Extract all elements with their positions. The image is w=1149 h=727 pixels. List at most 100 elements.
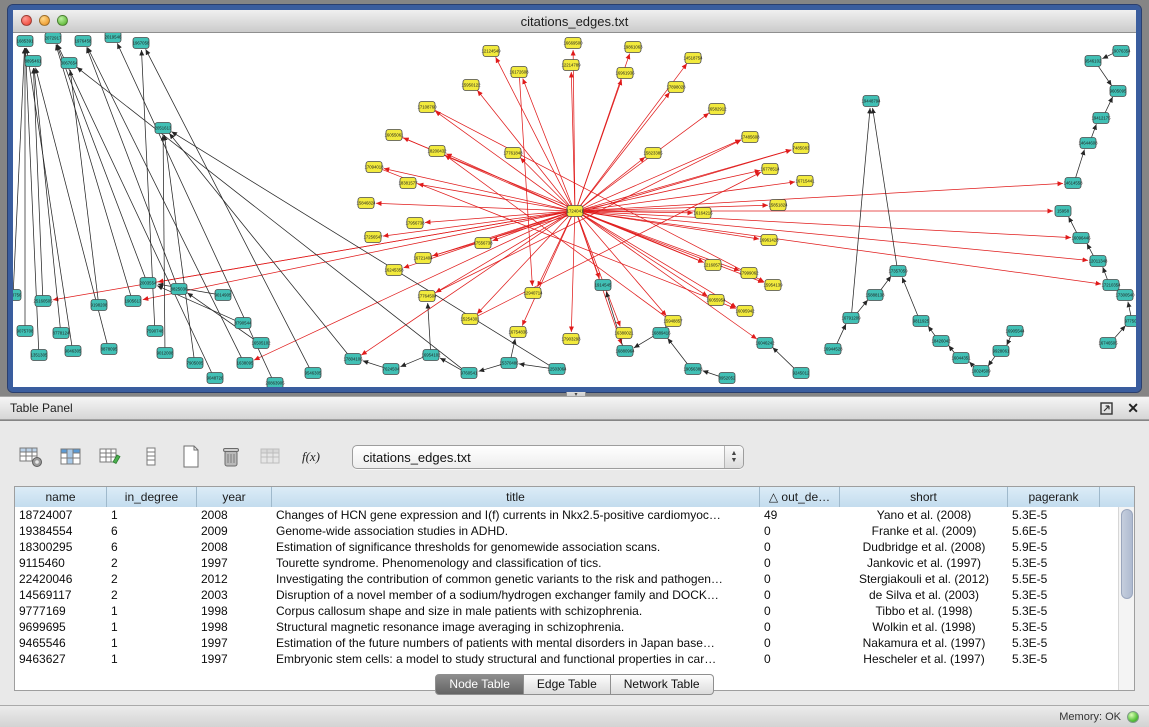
graph-node[interactable]: 10024509 bbox=[971, 366, 991, 377]
graph-node[interactable]: 12940714 bbox=[523, 288, 543, 299]
column-header-title[interactable]: title bbox=[272, 487, 760, 507]
graph-node[interactable]: 16754836 bbox=[508, 327, 528, 338]
graph-node[interactable]: 17764504 bbox=[417, 291, 437, 302]
graph-node[interactable]: 8952052 bbox=[719, 373, 736, 384]
graph-node[interactable]: 20863905 bbox=[265, 378, 285, 389]
close-window-button[interactable] bbox=[21, 15, 32, 26]
graph-node[interactable]: 8895461 bbox=[25, 56, 42, 67]
network-window-titlebar[interactable]: citations_edges.txt bbox=[13, 10, 1136, 33]
graph-node[interactable]: 17094018 bbox=[364, 162, 384, 173]
graph-node[interactable]: 14614558 bbox=[1063, 178, 1083, 189]
graph-node[interactable]: 16889416 bbox=[651, 328, 671, 339]
tab-node-table[interactable]: Node Table bbox=[435, 674, 524, 695]
graph-node[interactable]: 15950122 bbox=[461, 80, 481, 91]
graph-node[interactable]: 9014905 bbox=[215, 290, 232, 301]
table-row[interactable]: 1830029562008Estimation of significance … bbox=[15, 539, 1119, 555]
graph-node[interactable]: 1914545 bbox=[595, 280, 612, 291]
show-columns-icon[interactable] bbox=[58, 445, 84, 469]
graph-node[interactable]: 1967058 bbox=[133, 38, 150, 49]
table-row[interactable]: 946362711997Embryonic stem cells: a mode… bbox=[15, 651, 1119, 667]
table-mode-icon[interactable] bbox=[18, 445, 44, 469]
graph-node[interactable]: 16954102 bbox=[421, 350, 441, 361]
table-selector-combo[interactable]: citations_edges.txt ▲▼ bbox=[352, 445, 744, 469]
function-builder-icon[interactable]: f(x) bbox=[298, 445, 324, 469]
graph-node[interactable]: 17300540 bbox=[1115, 290, 1135, 301]
graph-node[interactable]: 7590748 bbox=[147, 326, 164, 337]
new-table-icon[interactable] bbox=[178, 445, 204, 469]
column-header-in_degree[interactable]: in_degree bbox=[107, 487, 197, 507]
graph-node[interactable]: 9760541 bbox=[461, 368, 478, 379]
column-header-name[interactable]: name bbox=[15, 487, 107, 507]
graph-node[interactable]: 9546305 bbox=[305, 368, 322, 379]
graph-node[interactable]: 16746505 bbox=[1098, 338, 1118, 349]
graph-node[interactable]: 9048726 bbox=[207, 373, 224, 384]
graph-node[interactable]: 16944528 bbox=[823, 344, 843, 355]
graph-node[interactable]: 1976458 bbox=[75, 36, 92, 47]
graph-node[interactable]: 16095942 bbox=[735, 306, 755, 317]
graph-node[interactable]: 16380021 bbox=[614, 328, 634, 339]
graph-node[interactable]: 16721404 bbox=[413, 253, 433, 264]
node-table[interactable]: namein_degreeyeartitle△ out_de…shortpage… bbox=[14, 486, 1135, 691]
table-row[interactable]: 1872400712008Changes of HCN gene express… bbox=[15, 507, 1119, 523]
graph-node[interactable]: 1638095 bbox=[237, 358, 254, 369]
table-row[interactable]: 1938455462009Genome-wide association stu… bbox=[15, 523, 1119, 539]
table-row[interactable]: 969969511998Structural magnetic resonanc… bbox=[15, 619, 1119, 635]
graph-node[interactable]: 2072917 bbox=[45, 33, 62, 44]
graph-node[interactable]: 16961428 bbox=[759, 235, 779, 246]
graph-node[interactable]: 9198208 bbox=[91, 300, 108, 311]
graph-node[interactable]: 3067654 bbox=[61, 58, 78, 69]
graph-node[interactable]: 7905005 bbox=[187, 358, 204, 369]
graph-node[interactable]: 2003554 bbox=[140, 278, 157, 289]
graph-node[interactable]: 17761848 bbox=[503, 148, 523, 159]
table-row[interactable]: 1456911722003Disruption of a novel membe… bbox=[15, 587, 1119, 603]
close-panel-icon[interactable]: ✕ bbox=[1127, 402, 1139, 415]
graph-node[interactable]: 12503064 bbox=[547, 364, 567, 375]
graph-node[interactable]: 17108760 bbox=[417, 102, 437, 113]
graph-node[interactable]: 16905544 bbox=[1005, 326, 1025, 337]
table-row[interactable]: 2242004622012Investigating the contribut… bbox=[15, 571, 1119, 587]
graph-node[interactable]: 12160571 bbox=[703, 260, 723, 271]
tab-edge-table[interactable]: Edge Table bbox=[524, 674, 611, 695]
graph-node[interactable]: 15851824 bbox=[768, 200, 788, 211]
graph-node[interactable]: 19412175 bbox=[1091, 113, 1111, 124]
graph-node[interactable]: 17804106 bbox=[343, 354, 363, 365]
graph-node[interactable]: 17210354 bbox=[1101, 280, 1121, 291]
table-row[interactable]: 977716911998Corpus callosum shape and si… bbox=[15, 603, 1119, 619]
graph-node[interactable]: 17256547 bbox=[363, 232, 383, 243]
graph-node[interactable]: 1905613 bbox=[125, 296, 142, 307]
graph-node[interactable]: 16669500 bbox=[563, 38, 583, 49]
graph-node[interactable]: 15958 bbox=[1055, 206, 1071, 217]
table-row[interactable]: 946554611997Estimation of the future num… bbox=[15, 635, 1119, 651]
graph-node[interactable]: 17903293 bbox=[561, 334, 581, 345]
graph-node[interactable]: 7485083 bbox=[793, 143, 810, 154]
graph-node[interactable]: 12124549 bbox=[481, 46, 501, 57]
graph-node[interactable]: 14644608 bbox=[1078, 138, 1098, 149]
graph-node[interactable]: 9775058 bbox=[1125, 316, 1136, 327]
graph-node[interactable]: 8790544 bbox=[235, 318, 252, 329]
graph-node[interactable]: 16046242 bbox=[755, 338, 775, 349]
column-header-short[interactable]: short bbox=[840, 487, 1008, 507]
graph-node[interactable]: 2051613 bbox=[155, 123, 172, 134]
network-view-window[interactable]: citations_edges.txt 1724041 15851824 16961… bbox=[8, 5, 1141, 392]
graph-node[interactable]: 17485608 bbox=[740, 132, 760, 143]
graph-node[interactable]: 17898028 bbox=[666, 82, 686, 93]
graph-node[interactable]: 16505102 bbox=[251, 338, 271, 349]
graph-node[interactable]: 15948857 bbox=[663, 316, 683, 327]
graph-node[interactable]: 15954139 bbox=[763, 280, 783, 291]
graph-node[interactable]: 9546102 bbox=[1085, 56, 1102, 67]
graph-node[interactable]: 18200432 bbox=[427, 146, 447, 157]
graph-node[interactable]: 17556738 bbox=[473, 238, 493, 249]
graph-node[interactable]: 16172608 bbox=[509, 67, 529, 78]
graph-node[interactable]: 16880964 bbox=[615, 346, 635, 357]
column-header-out_de[interactable]: △ out_de… bbox=[760, 487, 840, 507]
graph-node[interactable]: 8825036 bbox=[171, 284, 188, 295]
graph-node[interactable]: 2019546 bbox=[105, 33, 122, 43]
graph-node[interactable]: 19076354 bbox=[1111, 46, 1131, 57]
column-header-pagerank[interactable]: pagerank bbox=[1008, 487, 1100, 507]
row-options-icon[interactable] bbox=[138, 445, 164, 469]
graph-node[interactable]: 1724041 bbox=[567, 206, 584, 217]
graph-node[interactable]: 15823385 bbox=[643, 148, 663, 159]
graph-node[interactable]: 16791209 bbox=[841, 313, 861, 324]
graph-node[interactable]: 9928061 bbox=[993, 346, 1010, 357]
graph-node[interactable]: 9811925 bbox=[913, 316, 930, 327]
